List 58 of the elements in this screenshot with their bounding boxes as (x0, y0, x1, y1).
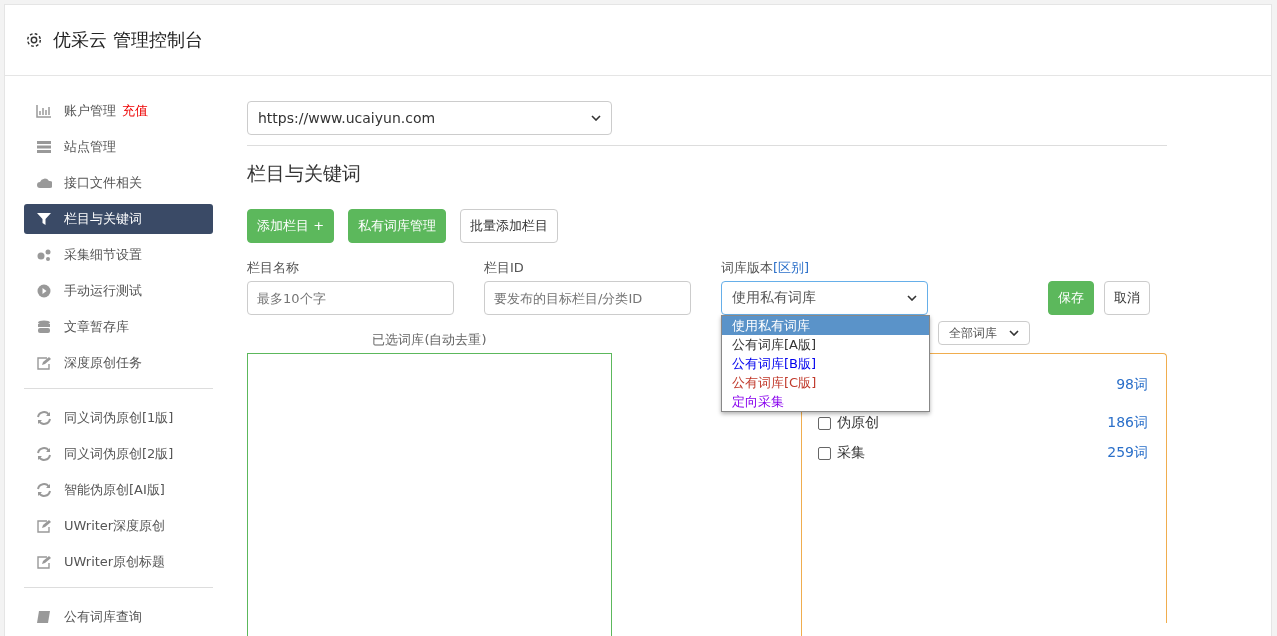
section-title: 栏目与关键词 (247, 161, 362, 186)
library-name: 伪原创 (837, 414, 879, 432)
sidebar-item[interactable]: UWriter原创标题 (24, 547, 213, 577)
sidebar-item[interactable]: 栏目与关键词 (24, 204, 213, 234)
field-label: 词库版本 (721, 259, 773, 277)
version-select[interactable]: 使用私有词库 (721, 281, 928, 315)
difference-link[interactable]: [区别] (773, 259, 810, 277)
console-title: 优采云 管理控制台 (53, 28, 203, 52)
sidebar-item[interactable]: 同义词伪原创[1版] (24, 403, 213, 433)
refresh-icon (36, 447, 52, 461)
sidebar-item[interactable]: UWriter深度原创 (24, 511, 213, 541)
caret-icon (907, 295, 917, 301)
library-filter-select[interactable]: 全部词库 (938, 321, 1030, 345)
word-count: 259词 (1107, 444, 1148, 462)
dropdown-option[interactable]: 公有词库[B版] (722, 354, 929, 373)
sidebar-item[interactable]: 深度原创任务 (24, 348, 213, 378)
field-label: 栏目名称 (247, 259, 300, 277)
chart-icon (36, 104, 52, 118)
dropdown-option[interactable]: 公有词库[C版] (722, 373, 929, 392)
server-icon (36, 140, 52, 154)
filter-icon (36, 212, 52, 226)
library-name: 采集 (837, 444, 865, 462)
recharge-link[interactable]: 充值 (122, 102, 148, 120)
field-label: 栏目ID (484, 259, 525, 277)
cancel-button[interactable]: 取消 (1104, 281, 1150, 315)
db-icon (36, 320, 52, 334)
dropdown-option[interactable]: 定向采集 (722, 392, 929, 411)
sidebar-item[interactable]: 站点管理 (24, 132, 213, 162)
input-field[interactable]: 要发布的目标栏目/分类ID (484, 281, 691, 315)
checkbox[interactable] (818, 416, 831, 430)
dropdown-option[interactable]: 公有词库[A版] (722, 335, 929, 354)
sidebar-item[interactable]: 公有词库查询 (24, 602, 213, 632)
word-count: 98词 (1116, 376, 1148, 394)
refresh-icon (36, 411, 52, 425)
book-icon (36, 610, 52, 624)
site-select[interactable]: https://www.ucaiyun.com (247, 101, 612, 135)
sidebar-item[interactable]: 手动运行测试 (24, 276, 213, 306)
sidebar-item[interactable]: 采集细节设置 (24, 240, 213, 270)
sidebar-item[interactable]: 接口文件相关 (24, 168, 213, 198)
edit-icon (36, 555, 52, 569)
settings-icon (25, 31, 43, 49)
caret-icon (591, 115, 601, 121)
sidebar-item[interactable]: 账户管理 充值 (24, 96, 213, 126)
input-field[interactable]: 最多10个字 (247, 281, 454, 315)
refresh-icon (36, 483, 52, 497)
cloud-icon (36, 176, 52, 190)
checkbox[interactable] (818, 446, 831, 460)
sidebar-item[interactable]: 同义词伪原创[2版] (24, 439, 213, 469)
gears-icon (36, 248, 52, 262)
edit-icon (36, 519, 52, 533)
caret-icon (1009, 330, 1019, 336)
sidebar-item[interactable]: 智能伪原创[AI版] (24, 475, 213, 505)
sidebar-item[interactable]: 文章暂存库 (24, 312, 213, 342)
selected-libraries-title: 已选词库(自动去重) (372, 331, 487, 349)
action-button[interactable]: 批量添加栏目 (460, 209, 559, 243)
word-count: 186词 (1107, 414, 1148, 432)
edit-icon (36, 356, 52, 370)
play-icon (36, 284, 52, 298)
